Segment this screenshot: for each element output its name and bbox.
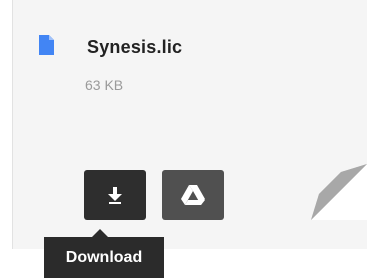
- download-arrow-icon: [108, 187, 122, 204]
- document-file-icon: [39, 35, 54, 55]
- file-name[interactable]: Synesis.lic: [87, 37, 182, 58]
- download-tooltip: Download: [44, 229, 164, 278]
- page-curl-decoration: [311, 164, 367, 220]
- download-button[interactable]: [84, 170, 146, 220]
- attachment-card: Synesis.lic 63 KB: [12, 0, 367, 249]
- file-size: 63 KB: [85, 77, 124, 93]
- save-to-drive-button[interactable]: [162, 170, 224, 220]
- google-drive-icon: [181, 185, 205, 205]
- tooltip-label: Download: [44, 237, 164, 278]
- tooltip-arrow: [92, 229, 108, 237]
